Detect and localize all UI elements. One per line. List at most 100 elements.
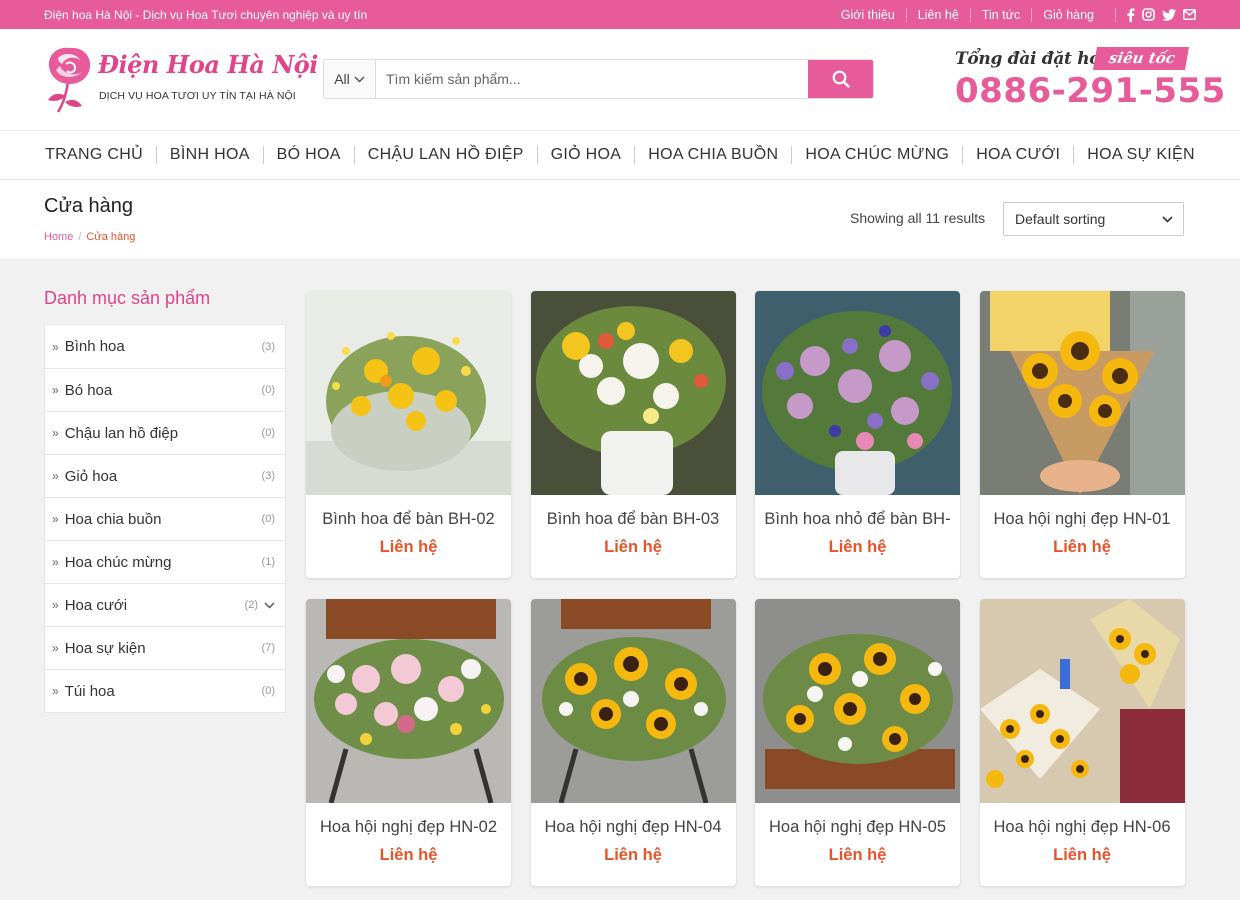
- result-count: Showing all 11 results: [850, 210, 986, 226]
- product-name[interactable]: Hoa hội nghị đẹp HN-05: [755, 818, 960, 837]
- category-name: Hoa chúc mừng: [64, 553, 172, 571]
- product-card[interactable]: Bình hoa để bàn BH-02 Liên hệ: [306, 291, 511, 578]
- category-item-vases[interactable]: » Bình hoa (3): [45, 325, 285, 368]
- product-card[interactable]: Hoa hội nghị đẹp HN-04 Liên hệ: [530, 599, 736, 886]
- product-image[interactable]: [979, 599, 1185, 803]
- main-content: Danh mục sản phẩm » Bình hoa (3) » Bó hoa (0…: [0, 260, 1240, 900]
- hotline-label: Tổng đài đặt hoa: [955, 49, 1112, 69]
- facebook-icon[interactable]: [1126, 7, 1135, 22]
- search-icon: [832, 70, 850, 88]
- product-image[interactable]: [530, 599, 736, 803]
- double-chevron-right-icon: »: [52, 469, 59, 483]
- product-price: Liên hệ: [1053, 846, 1111, 864]
- double-chevron-right-icon: »: [52, 339, 59, 354]
- product-name[interactable]: Hoa hội nghị đẹp HN-01: [980, 510, 1185, 529]
- top-link-cart[interactable]: Giỏ hàng: [1031, 7, 1105, 22]
- top-tagline: Điện hoa Hà Nội - Dịch vụ Hoa Tươi chuyê…: [44, 7, 368, 22]
- double-chevron-right-icon: »: [52, 555, 59, 569]
- nav-item-congratulation[interactable]: HOA CHÚC MỪNG: [791, 146, 962, 164]
- product-image[interactable]: [755, 599, 960, 803]
- category-item-bouquets[interactable]: » Bó hoa (0): [45, 368, 285, 411]
- product-card[interactable]: Hoa hội nghị đẹp HN-02 Liên hệ: [306, 599, 511, 886]
- product-image[interactable]: [530, 291, 736, 495]
- logo[interactable]: Điện Hoa Hà Nội DỊCH VỤ HOA TƯƠI UY TÍN …: [44, 44, 318, 114]
- category-count: (3): [261, 470, 275, 482]
- sort-select[interactable]: Default sorting: [1003, 202, 1184, 236]
- nav-item-wedding[interactable]: HOA CƯỚI: [962, 146, 1073, 164]
- hotline-phone[interactable]: 0886-291-555: [955, 71, 1226, 111]
- product-card[interactable]: Hoa hội nghị đẹp HN-01 Liên hệ: [979, 291, 1185, 578]
- category-name: Hoa cưới: [64, 596, 128, 614]
- search-category-select[interactable]: All: [324, 60, 376, 98]
- double-chevron-right-icon: »: [52, 598, 59, 612]
- search-category-value: All: [334, 71, 350, 87]
- twitter-icon[interactable]: [1162, 8, 1176, 21]
- sidebar: Danh mục sản phẩm » Bình hoa (3) » Bó hoa (0…: [44, 288, 286, 713]
- product-name[interactable]: Bình hoa để bàn BH-02: [306, 510, 511, 529]
- top-link-about[interactable]: Giới thiệu: [830, 8, 906, 22]
- search-button[interactable]: [808, 60, 873, 98]
- sort-value: Default sorting: [1015, 211, 1106, 227]
- product-image[interactable]: [755, 291, 960, 495]
- category-name: Hoa sự kiện: [64, 639, 146, 657]
- category-item-orchids[interactable]: » Chậu lan hồ điệp (0): [45, 411, 285, 454]
- top-link-news[interactable]: Tin tức: [969, 7, 1031, 22]
- category-item-baskets[interactable]: » Giỏ hoa (3): [45, 454, 285, 497]
- category-item-congratulation[interactable]: » Hoa chúc mừng (1): [45, 540, 285, 583]
- nav-item-condolence[interactable]: HOA CHIA BUỒN: [634, 146, 791, 164]
- main-nav: TRANG CHỦ BÌNH HOA BÓ HOA CHẬU LAN HỒ ĐI…: [0, 130, 1240, 180]
- instagram-icon[interactable]: [1142, 8, 1155, 21]
- expand-chevron-icon[interactable]: [264, 601, 275, 609]
- product-card[interactable]: Hoa hội nghị đẹp HN-05 Liên hệ: [755, 599, 960, 886]
- product-image[interactable]: [306, 599, 511, 803]
- nav-item-events[interactable]: HOA SỰ KIỆN: [1073, 146, 1208, 164]
- chevron-down-icon: [354, 75, 365, 83]
- category-count: (2): [244, 599, 258, 611]
- product-image[interactable]: [306, 291, 511, 495]
- product-price: Liên hệ: [828, 538, 887, 556]
- product-price: Liên hệ: [379, 538, 438, 556]
- product-card[interactable]: Hoa hội nghị đẹp HN-06 Liên hệ: [979, 599, 1185, 886]
- category-name: Giỏ hoa: [64, 467, 118, 485]
- nav-item-orchids[interactable]: CHẬU LAN HỒ ĐIỆP: [353, 146, 537, 164]
- double-chevron-right-icon: »: [52, 426, 59, 440]
- page-header: Cửa hàng Home / Cửa hàng Showing all 11 re…: [0, 180, 1240, 260]
- product-name[interactable]: Hoa hội nghị đẹp HN-02: [306, 818, 511, 837]
- nav-item-vases[interactable]: BÌNH HOA: [155, 146, 263, 164]
- product-image[interactable]: [979, 291, 1185, 495]
- search-input[interactable]: [376, 60, 808, 98]
- search-bar: All: [323, 59, 874, 99]
- product-name[interactable]: Bình hoa nhỏ để bàn BH-: [755, 510, 960, 529]
- category-count: (0): [261, 513, 275, 525]
- nav-item-home[interactable]: TRANG CHỦ: [32, 146, 156, 164]
- category-item-condolence[interactable]: » Hoa chia buồn (0): [45, 497, 285, 540]
- category-count: (1): [261, 556, 275, 568]
- category-count: (0): [261, 384, 275, 396]
- nav-item-bouquets[interactable]: BÓ HOA: [262, 146, 354, 164]
- breadcrumb-home[interactable]: Home: [44, 231, 73, 243]
- nav-item-baskets[interactable]: GIỎ HOA: [536, 146, 635, 164]
- category-item-flower-bags[interactable]: » Túi hoa (0): [45, 669, 285, 712]
- category-count: (0): [261, 427, 275, 439]
- category-item-wedding[interactable]: » Hoa cưới (2): [45, 583, 285, 626]
- product-name[interactable]: Hoa hội nghị đẹp HN-04: [531, 818, 736, 837]
- category-count: (0): [261, 685, 275, 697]
- product-name[interactable]: Bình hoa để bàn BH-03: [531, 510, 736, 529]
- email-icon[interactable]: [1183, 9, 1196, 20]
- top-bar: Điện hoa Hà Nội - Dịch vụ Hoa Tươi chuyê…: [0, 0, 1240, 29]
- product-price: Liên hệ: [379, 846, 438, 864]
- breadcrumb-current: Cửa hàng: [86, 231, 136, 243]
- top-link-contact[interactable]: Liên hệ: [905, 7, 970, 22]
- double-chevron-right-icon: »: [52, 383, 59, 397]
- logo-subtitle: DỊCH VỤ HOA TƯƠI UY TÍN TẠI HÀ NỘI: [99, 90, 296, 102]
- product-card[interactable]: Bình hoa để bàn BH-03 Liên hệ: [530, 291, 736, 578]
- product-card[interactable]: Bình hoa nhỏ để bàn BH- Liên hệ: [755, 291, 960, 578]
- product-name[interactable]: Hoa hội nghị đẹp HN-06: [980, 818, 1185, 837]
- breadcrumb: Home / Cửa hàng: [44, 231, 135, 243]
- category-item-events[interactable]: » Hoa sự kiện (7): [45, 626, 285, 669]
- hotline-badge: siêu tốc: [1092, 47, 1189, 70]
- sidebar-heading: Danh mục sản phẩm: [44, 288, 211, 308]
- hotline[interactable]: Tổng đài đặt hoa siêu tốc 0886-291-555: [955, 47, 1225, 127]
- chevron-down-icon: [1162, 215, 1173, 223]
- category-list: » Bình hoa (3) » Bó hoa (0) » Chậu lan hồ điệ…: [44, 324, 286, 713]
